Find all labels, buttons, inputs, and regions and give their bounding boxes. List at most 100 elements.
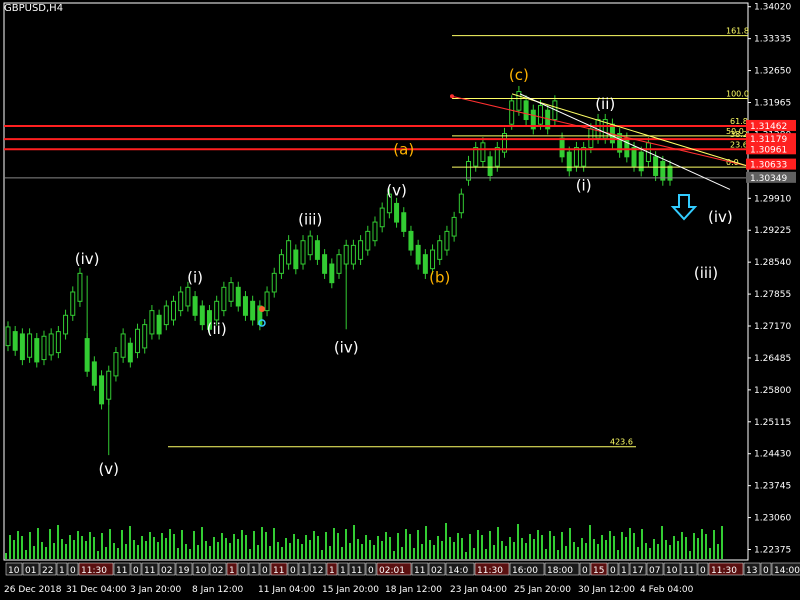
wave-label: (i) (576, 176, 592, 194)
candle-body (638, 151, 644, 172)
session-box-label: 11 (414, 566, 425, 576)
candle-body (480, 142, 486, 162)
price-axis-label: 1.23745 (754, 482, 791, 492)
price-axis-label: 1.23060 (754, 514, 791, 524)
candle-body (350, 244, 356, 265)
candle-body (559, 137, 565, 158)
candle-body (444, 230, 450, 251)
wave-label: (b) (429, 269, 450, 287)
time-axis-label: 15 Jan 20:00 (322, 585, 379, 595)
fib-level-label: 100.0 (726, 90, 749, 99)
candle-body (365, 230, 371, 251)
candle-body (624, 137, 630, 158)
candle-body (322, 254, 328, 274)
session-box-label: 11:30 (81, 566, 107, 576)
down-arrow-icon (670, 194, 698, 221)
session-box-label: 0 (700, 566, 706, 576)
session-box-label: 0 (610, 566, 616, 576)
session-box-label: 02 (161, 566, 172, 576)
candle-body (242, 296, 248, 316)
candle-body (358, 240, 364, 260)
candle-body (466, 160, 472, 181)
candle-body (408, 230, 414, 251)
time-axis-label: 18 Jan 12:00 (385, 585, 442, 595)
candles (5, 85, 673, 456)
candle-body (394, 202, 400, 223)
candle-body (55, 331, 61, 354)
wave-label: (iii) (298, 210, 322, 228)
trend-line-lower (519, 93, 731, 190)
candle-body (286, 240, 292, 265)
candle-body (372, 221, 378, 242)
session-box-label: 14:00 (774, 566, 800, 576)
candle-body (228, 282, 234, 302)
candle-body (48, 333, 54, 356)
session-box-label: 16:00 (512, 566, 538, 576)
price-axis-label: 1.27855 (754, 290, 791, 300)
session-box-label: 11 (144, 566, 155, 576)
session-box-label: 18:00 (547, 566, 573, 576)
time-axis-label: 31 Dec 04:00 (66, 585, 127, 595)
candle-body (235, 286, 241, 307)
candle-body (127, 342, 133, 363)
wave-label: (iii) (694, 264, 718, 282)
price-axis-label: 1.31965 (754, 99, 791, 109)
time-axis-label: 23 Jan 04:00 (450, 585, 507, 595)
session-box-label: 02 (212, 566, 223, 576)
session-box-label: 0 (368, 566, 374, 576)
candle-body (178, 291, 184, 312)
candle-body (451, 216, 457, 237)
candle-body (63, 314, 69, 335)
candle-body (271, 272, 277, 293)
price-axis-label: 1.29910 (754, 194, 791, 204)
candle-body (192, 296, 198, 316)
session-box-label: 01 (25, 566, 36, 576)
candle-body (12, 331, 18, 351)
candle-body (135, 328, 141, 354)
price-axis-label: 1.25115 (754, 418, 791, 428)
price-tag: 1.30961 (750, 145, 787, 155)
candle-body (509, 100, 515, 125)
price-axis-label: 1.22375 (754, 546, 791, 556)
candle-body (142, 324, 148, 349)
session-box-label: 11:30 (477, 566, 503, 576)
session-box-label: 11 (273, 566, 284, 576)
candle-body (487, 156, 493, 176)
candle-body (41, 335, 47, 361)
price-tag: 1.30633 (750, 161, 787, 171)
candle-body (523, 100, 529, 121)
candle-body (5, 326, 11, 347)
volume-histogram (5, 523, 723, 559)
candle-body (307, 235, 313, 256)
wave-label: (a) (393, 140, 414, 158)
wave-label: (i) (187, 269, 203, 287)
fib-level-label: 423.6 (610, 438, 633, 447)
candle-body (660, 160, 666, 181)
candle-body (293, 249, 299, 270)
candle-body (113, 352, 119, 377)
session-box-label: 15 (593, 566, 604, 576)
wave-label: (iv) (334, 339, 359, 357)
session-box-label: 07 (649, 566, 660, 576)
wave-label: (c) (509, 66, 529, 84)
candle-body (214, 300, 220, 321)
wave-label: (ii) (207, 320, 227, 338)
price-axis-label: 1.34020 (754, 3, 791, 13)
price-axis-label: 1.26485 (754, 354, 791, 364)
candle-body (70, 291, 76, 316)
price-chart[interactable]: 1.340201.333351.326501.319651.312801.305… (0, 0, 800, 600)
down-arrow-shape (670, 194, 698, 221)
session-box-label: 10 (195, 566, 207, 576)
session-box-label: 11:30 (711, 566, 737, 576)
price-tag: 1.30349 (750, 174, 787, 184)
candle-body (653, 156, 659, 176)
session-box-label: 1 (340, 566, 346, 576)
session-box-label: 19 (178, 566, 190, 576)
time-axis-label: 25 Jan 20:00 (514, 585, 571, 595)
candle-body (221, 286, 227, 312)
candle-body (120, 333, 126, 358)
price-axis-label: 1.32650 (754, 67, 791, 77)
session-box-label: 11 (351, 566, 362, 576)
candle-body (171, 300, 176, 321)
time-axis-label: 30 Jan 12:00 (578, 585, 635, 595)
